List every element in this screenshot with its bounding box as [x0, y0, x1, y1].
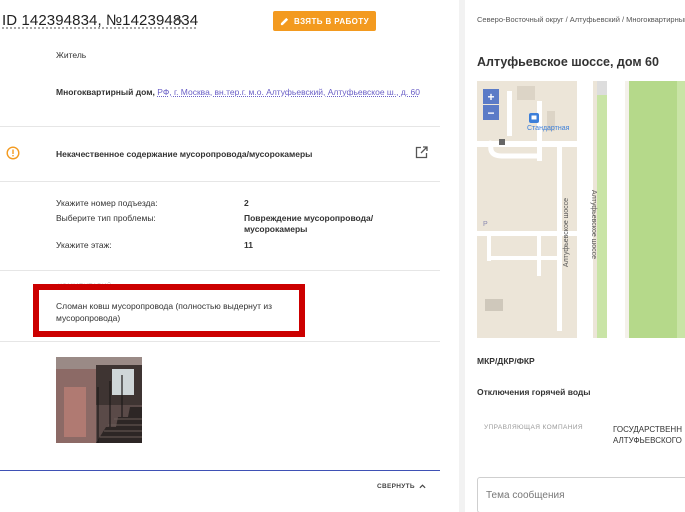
problem-type-label: Выберите тип проблемы: [56, 213, 156, 223]
breadcrumb[interactable]: Северо-Восточный округ / Алтуфьевский / … [477, 13, 685, 26]
hot-water-label: Отключения горячей воды [477, 387, 591, 397]
stairwell-photo-image [56, 357, 142, 443]
divider [0, 341, 440, 342]
zoom-out-button[interactable]: − [483, 105, 499, 120]
floor-value: 11 [244, 240, 253, 250]
management-company-line-1: ГОСУДАРСТВЕНН [613, 425, 682, 434]
take-to-work-label: ВЗЯТЬ В РАБОТУ [294, 16, 369, 26]
attachment-photo[interactable] [56, 357, 142, 443]
zoom-in-button[interactable]: + [483, 89, 499, 104]
open-external-icon[interactable] [415, 146, 428, 159]
warning-icon [6, 146, 20, 160]
appeal-panel: ID 142394834, №142394834 ВЗЯТЬ В РАБОТУ … [0, 0, 460, 512]
applicant-type: Житель [56, 50, 87, 60]
section-separator [0, 470, 440, 471]
applicant-address: Многоквартирный дом, РФ, г. Москва, вн.т… [56, 86, 436, 99]
entrance-value: 2 [244, 198, 249, 208]
management-company-label: УПРАВЛЯЮЩАЯ КОМПАНИЯ [484, 424, 584, 431]
divider [0, 126, 440, 127]
divider [0, 181, 440, 182]
map-tiles [477, 81, 685, 338]
entrance-label: Укажите номер подъезда: [56, 198, 158, 208]
metro-station-label: Стандартная [527, 125, 570, 132]
management-company-line-2: АЛТУФЬЕВСКОГО [613, 436, 682, 445]
appeal-id-title: ID 142394834, №142394834 [2, 12, 199, 29]
management-company-value: ГОСУДАРСТВЕНН АЛТУФЬЕВСКОГО [613, 424, 682, 446]
building-title: Алтуфьевское шоссе, дом 60 [477, 55, 659, 69]
comment-text: Сломан ковш мусоропровода (полностью выд… [56, 301, 273, 323]
pencil-icon [280, 17, 289, 25]
problem-type-value: Повреждение мусоропровода/ мусорокамеры [244, 213, 374, 234]
address-link[interactable]: РФ, г. Москва, вн.тер.г. м.о. Алтуфьевск… [157, 87, 420, 97]
problem-title: Некачественное содержание мусоропровода/… [56, 149, 313, 159]
chevron-up-icon [419, 484, 426, 489]
street-label-1: Алтуфьевское шоссе [563, 197, 571, 268]
message-subject-input[interactable] [477, 477, 685, 512]
map-widget[interactable]: + − Стандартная Алтуфьевское шоссе Алтуф… [477, 81, 685, 338]
address-prefix: Многоквартирный дом, [56, 87, 158, 97]
floor-label: Укажите этаж: [56, 240, 112, 250]
building-panel: Северо-Восточный округ / Алтуфьевский / … [465, 0, 685, 512]
street-label-2: Алтуфьевское шоссе [590, 189, 598, 260]
mkr-label: МКР/ДКР/ФКР [477, 356, 535, 366]
divider [0, 270, 440, 271]
collapse-label: СВЕРНУТЬ [377, 483, 415, 490]
chevron-up-icon[interactable] [172, 14, 184, 26]
parking-label: P [483, 221, 488, 228]
collapse-button[interactable]: СВЕРНУТЬ [377, 483, 426, 490]
take-to-work-button[interactable]: ВЗЯТЬ В РАБОТУ [273, 11, 376, 31]
